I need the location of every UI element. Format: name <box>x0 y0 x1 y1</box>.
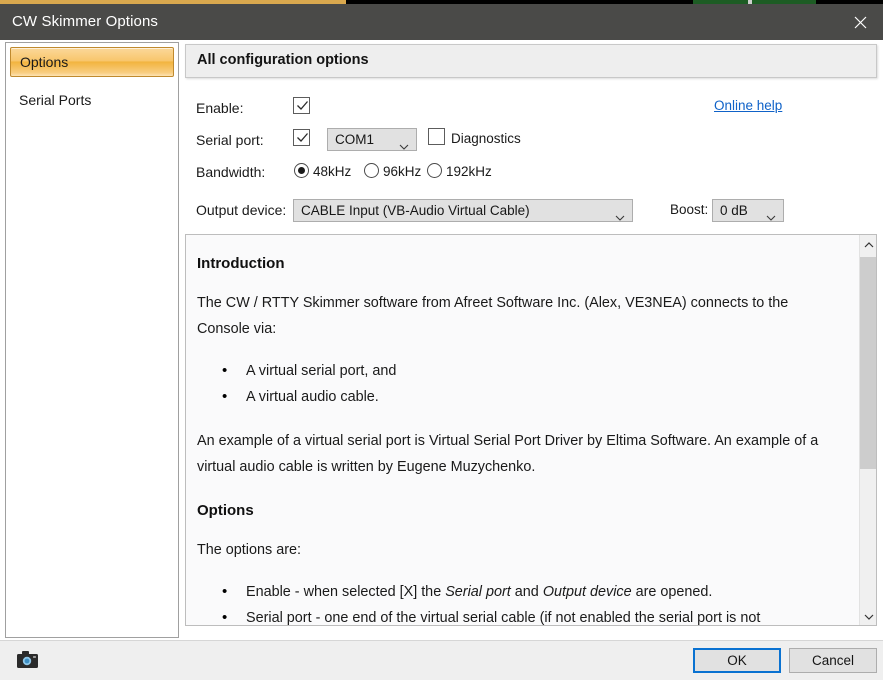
sidebar-item-options[interactable]: Options <box>10 47 174 77</box>
bandwidth-radio-96khz[interactable] <box>364 163 379 178</box>
opt-em1: Serial port <box>445 584 511 600</box>
sidebar-item-serial-ports[interactable]: Serial Ports <box>6 85 178 115</box>
doc-intro-line1: The CW / RTTY Skimmer software from Afre… <box>197 295 764 311</box>
bandwidth-radio-48khz-label: 48kHz <box>313 164 351 179</box>
bandwidth-radio-192khz-label: 192kHz <box>446 164 492 179</box>
opt-em2: Output device <box>543 584 632 600</box>
checkmark-icon <box>295 98 310 113</box>
checkmark-icon <box>295 130 310 145</box>
chevron-up-icon <box>864 235 874 253</box>
opt-suffix: are opened. <box>632 584 713 600</box>
serial-port-combobox[interactable]: COM1 <box>327 128 417 151</box>
chevron-down-icon <box>399 137 409 155</box>
dialog-body: Options Serial Ports All configuration o… <box>0 40 883 640</box>
boost-combobox[interactable]: 0 dB <box>712 199 784 222</box>
doc-heading-options: Options <box>197 502 841 519</box>
panel-header-title: All configuration options <box>197 52 369 68</box>
doc-paragraph-example: An example of a virtual serial port is V… <box>197 428 841 480</box>
ok-button-label: OK <box>727 653 747 668</box>
ok-button[interactable]: OK <box>693 648 781 673</box>
chevron-down-icon <box>766 208 776 226</box>
cancel-button-label: Cancel <box>812 653 854 668</box>
doc-example-line1: An example of a virtual serial port is V… <box>197 433 732 449</box>
options-form: Enable: Online help Serial port: <box>185 86 879 230</box>
list-item: Serial port - one end of the virtual ser… <box>246 605 841 626</box>
bandwidth-radio-192khz[interactable] <box>427 163 442 178</box>
doc-heading-introduction: Introduction <box>197 255 841 272</box>
serial-port-label: Serial port: <box>196 132 264 148</box>
doc-list-intro: A virtual serial port, and A virtual aud… <box>197 358 841 410</box>
sidebar-item-label: Serial Ports <box>19 92 91 108</box>
bandwidth-radio-96khz-label: 96kHz <box>383 164 421 179</box>
panel-header: All configuration options <box>185 44 877 78</box>
opt-mid: and <box>511 584 543 600</box>
boost-label: Boost: <box>670 202 708 217</box>
diagnostics-label: Diagnostics <box>451 131 521 146</box>
doc-paragraph-options-intro: The options are: <box>197 537 841 563</box>
documentation-scrollbar[interactable] <box>859 235 876 625</box>
chevron-down-icon <box>615 208 625 226</box>
title-bar: CW Skimmer Options <box>0 4 883 40</box>
sidebar-item-label: Options <box>20 54 68 70</box>
list-item: Enable - when selected [X] the Serial po… <box>246 579 841 605</box>
list-item: A virtual audio cable. <box>246 384 841 410</box>
bandwidth-radio-48khz[interactable] <box>294 163 309 178</box>
chevron-down-icon <box>864 607 874 625</box>
scroll-down-button[interactable] <box>860 607 877 625</box>
output-device-combobox[interactable]: CABLE Input (VB-Audio Virtual Cable) <box>293 199 633 222</box>
scroll-up-button[interactable] <box>860 235 877 253</box>
documentation-pane: Introduction The CW / RTTY Skimmer softw… <box>185 234 877 626</box>
opt-prefix: Enable - when selected [X] the <box>246 584 445 600</box>
cw-skimmer-options-dialog: CW Skimmer Options Options Serial Ports … <box>0 0 883 680</box>
window-title: CW Skimmer Options <box>12 13 158 30</box>
content-panel: All configuration options Enable: Online… <box>185 42 879 638</box>
sidebar: Options Serial Ports <box>5 42 179 638</box>
cancel-button[interactable]: Cancel <box>789 648 877 673</box>
boost-value: 0 dB <box>720 203 748 218</box>
online-help-link[interactable]: Online help <box>714 98 782 113</box>
doc-paragraph-intro: The CW / RTTY Skimmer software from Afre… <box>197 290 841 342</box>
doc-list-options: Enable - when selected [X] the Serial po… <box>197 579 841 626</box>
output-device-label: Output device: <box>196 202 286 218</box>
serial-port-value: COM1 <box>335 132 374 147</box>
diagnostics-checkbox[interactable] <box>428 128 445 145</box>
enable-label: Enable: <box>196 100 243 116</box>
enable-checkbox[interactable] <box>293 97 310 114</box>
close-icon <box>854 16 867 29</box>
close-button[interactable] <box>837 4 883 40</box>
serial-port-checkbox[interactable] <box>293 129 310 146</box>
output-device-value: CABLE Input (VB-Audio Virtual Cable) <box>301 203 530 218</box>
list-item: A virtual serial port, and <box>246 358 841 384</box>
camera-icon[interactable] <box>16 650 39 669</box>
bandwidth-label: Bandwidth: <box>196 164 265 180</box>
scrollbar-thumb[interactable] <box>860 257 877 469</box>
documentation-content: Introduction The CW / RTTY Skimmer softw… <box>186 235 859 625</box>
opt-prefix: Serial port - one end of the virtual ser… <box>246 610 760 626</box>
